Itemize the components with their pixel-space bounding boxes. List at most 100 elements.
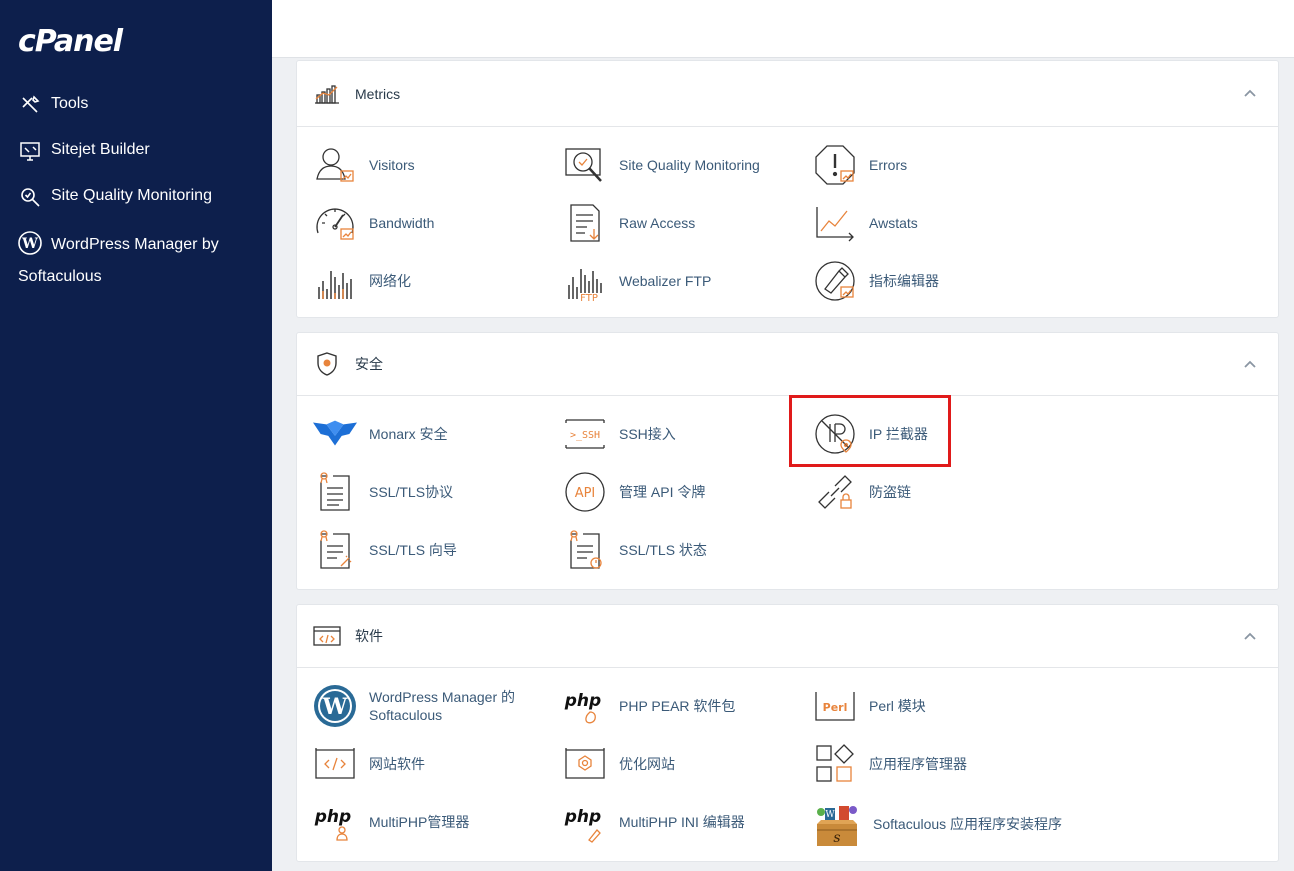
tool-label: SSL/TLS协议: [369, 484, 454, 500]
tool-visitors[interactable]: Visitors: [313, 143, 415, 187]
awstats-icon: [813, 201, 857, 245]
ssh-icon: >_SSH: [563, 412, 607, 456]
top-bar: [272, 0, 1294, 58]
sidebar-item-tools[interactable]: Tools: [18, 93, 88, 117]
sidebar-item-sitejet-builder[interactable]: Sitejet Builder: [18, 139, 150, 163]
tool-bandwidth[interactable]: Bandwidth: [313, 201, 434, 245]
tool-label: 优化网站: [619, 756, 675, 772]
ip-blocker-highlight-box: [789, 395, 951, 467]
tools-icon: [18, 93, 42, 117]
tool-label: Webalizer FTP: [619, 273, 712, 289]
tool-label: 网站软件: [369, 756, 425, 772]
tool-label: Softaculous 应用程序安装程序: [873, 816, 1063, 832]
tool-ssl-tls[interactable]: SSL/TLS协议: [313, 470, 453, 514]
api-text: API: [575, 486, 596, 501]
tool-label: 防盗链: [869, 484, 911, 500]
tool-label: MultiPHP INI 编辑器: [619, 814, 745, 830]
sidebar-item-label: WordPress Manager by Softaculous: [18, 236, 219, 285]
tool-label: Perl 模块: [869, 698, 926, 714]
api-token-icon: API: [563, 470, 607, 514]
chevron-up-icon[interactable]: [1240, 354, 1260, 374]
php-pear-icon: php: [563, 684, 607, 728]
metrics-section-header[interactable]: Metrics: [297, 61, 1278, 127]
tool-site-quality-monitoring[interactable]: Site Quality Monitoring: [563, 143, 760, 187]
ftp-text: FTP: [580, 293, 598, 303]
bandwidth-icon: [313, 201, 357, 245]
site-software-icon: [313, 742, 357, 786]
tool-label: Bandwidth: [369, 215, 435, 231]
tool-label: 管理 API 令牌: [619, 484, 706, 500]
php-text: php: [564, 807, 601, 827]
perl-text: Perl: [823, 701, 848, 714]
software-section: 软件 W WordPress Manager 的 Softaculous php …: [296, 604, 1279, 862]
software-section-header[interactable]: 软件: [297, 605, 1278, 668]
cpanel-logo[interactable]: cPanel: [18, 24, 123, 59]
tool-label: Monarx 安全: [369, 426, 448, 442]
security-section-title: 安全: [355, 356, 383, 372]
tool-label: MultiPHP管理器: [369, 814, 470, 830]
sidebar-item-site-quality-monitoring[interactable]: Site Quality Monitoring: [18, 185, 212, 209]
php-text: php: [564, 691, 601, 711]
site-quality-icon: [18, 185, 42, 209]
tool-errors[interactable]: Errors: [813, 143, 907, 187]
app-manager-icon: [813, 742, 857, 786]
tool-label: PHP PEAR 软件包: [619, 698, 736, 714]
ssl-wizard-icon: [313, 528, 357, 572]
metrics-section-title: Metrics: [355, 85, 401, 102]
raw-access-icon: [563, 201, 607, 245]
code-window-icon: [313, 622, 341, 650]
ssl-status-icon: [563, 528, 607, 572]
tool-webalizer[interactable]: 网络化: [313, 259, 411, 303]
tool-webalizer-ftp[interactable]: FTP Webalizer FTP: [563, 259, 711, 303]
tool-label: Awstats: [869, 215, 918, 231]
optimize-icon: [563, 742, 607, 786]
visitors-icon: [313, 143, 357, 187]
wordpress-icon: W: [18, 231, 42, 255]
tool-label-line2: Softaculous: [369, 707, 443, 723]
chevron-up-icon[interactable]: [1240, 626, 1260, 646]
tool-perl-modules[interactable]: Perl Perl 模块: [813, 684, 926, 728]
tool-ssh-access[interactable]: >_SSH SSH接入: [563, 412, 676, 456]
webalizer-ftp-icon: FTP: [563, 259, 607, 303]
ssh-text: >_SSH: [570, 430, 600, 441]
tool-awstats[interactable]: Awstats: [813, 201, 918, 245]
tool-api-tokens[interactable]: API 管理 API 令牌: [563, 470, 705, 514]
perl-icon: Perl: [813, 684, 857, 728]
sidebar-item-wordpress-manager[interactable]: W WordPress Manager by Softaculous: [18, 229, 248, 293]
ssl-tls-icon: [313, 470, 357, 514]
svg-text:s: s: [833, 830, 840, 846]
tool-ssl-status[interactable]: SSL/TLS 状态: [563, 528, 707, 572]
tool-php-pear[interactable]: php PHP PEAR 软件包: [563, 684, 735, 728]
chevron-up-icon[interactable]: [1240, 83, 1260, 103]
tool-multiphp-manager[interactable]: php MultiPHP管理器: [313, 800, 469, 844]
tool-raw-access[interactable]: Raw Access: [563, 201, 695, 245]
sitejet-icon: [18, 139, 42, 163]
webalizer-icon: [313, 259, 357, 303]
tool-label: 指标编辑器: [869, 273, 939, 289]
tool-label: WordPress Manager 的 Softaculous: [369, 688, 515, 724]
tool-ssl-wizard[interactable]: SSL/TLS 向导: [313, 528, 457, 572]
multiphp-manager-icon: php: [313, 800, 357, 844]
softaculous-icon: sW: [813, 800, 861, 848]
metrics-chart-icon: [313, 80, 341, 108]
wordpress-manager-icon: W: [313, 684, 357, 728]
security-section-header[interactable]: 安全: [297, 333, 1278, 396]
tool-hotlink-protection[interactable]: 防盗链: [813, 470, 911, 514]
security-section: 安全 Monarx 安全 >_SSH SSH接入 IP 拦截器 SSL/TLS协…: [296, 332, 1279, 590]
tool-softaculous-installer[interactable]: sW Softaculous 应用程序安装程序: [813, 800, 1062, 848]
shield-icon: [313, 350, 341, 378]
tool-application-manager[interactable]: 应用程序管理器: [813, 742, 967, 786]
tool-monarx-security[interactable]: Monarx 安全: [313, 412, 448, 456]
tool-site-software[interactable]: 网站软件: [313, 742, 425, 786]
software-section-title: 软件: [355, 628, 383, 644]
tool-label: Errors: [869, 157, 908, 173]
metrics-editor-icon: [813, 259, 857, 303]
php-text: php: [314, 807, 351, 827]
tool-label: SSH接入: [619, 426, 676, 442]
tool-metrics-editor[interactable]: 指标编辑器: [813, 259, 939, 303]
sidebar-item-label: Sitejet Builder: [51, 141, 150, 158]
tool-wordpress-manager[interactable]: W WordPress Manager 的 Softaculous: [313, 684, 515, 728]
tool-optimize-website[interactable]: 优化网站: [563, 742, 675, 786]
tool-multiphp-ini-editor[interactable]: php MultiPHP INI 编辑器: [563, 800, 745, 844]
tool-label: 应用程序管理器: [869, 756, 967, 772]
